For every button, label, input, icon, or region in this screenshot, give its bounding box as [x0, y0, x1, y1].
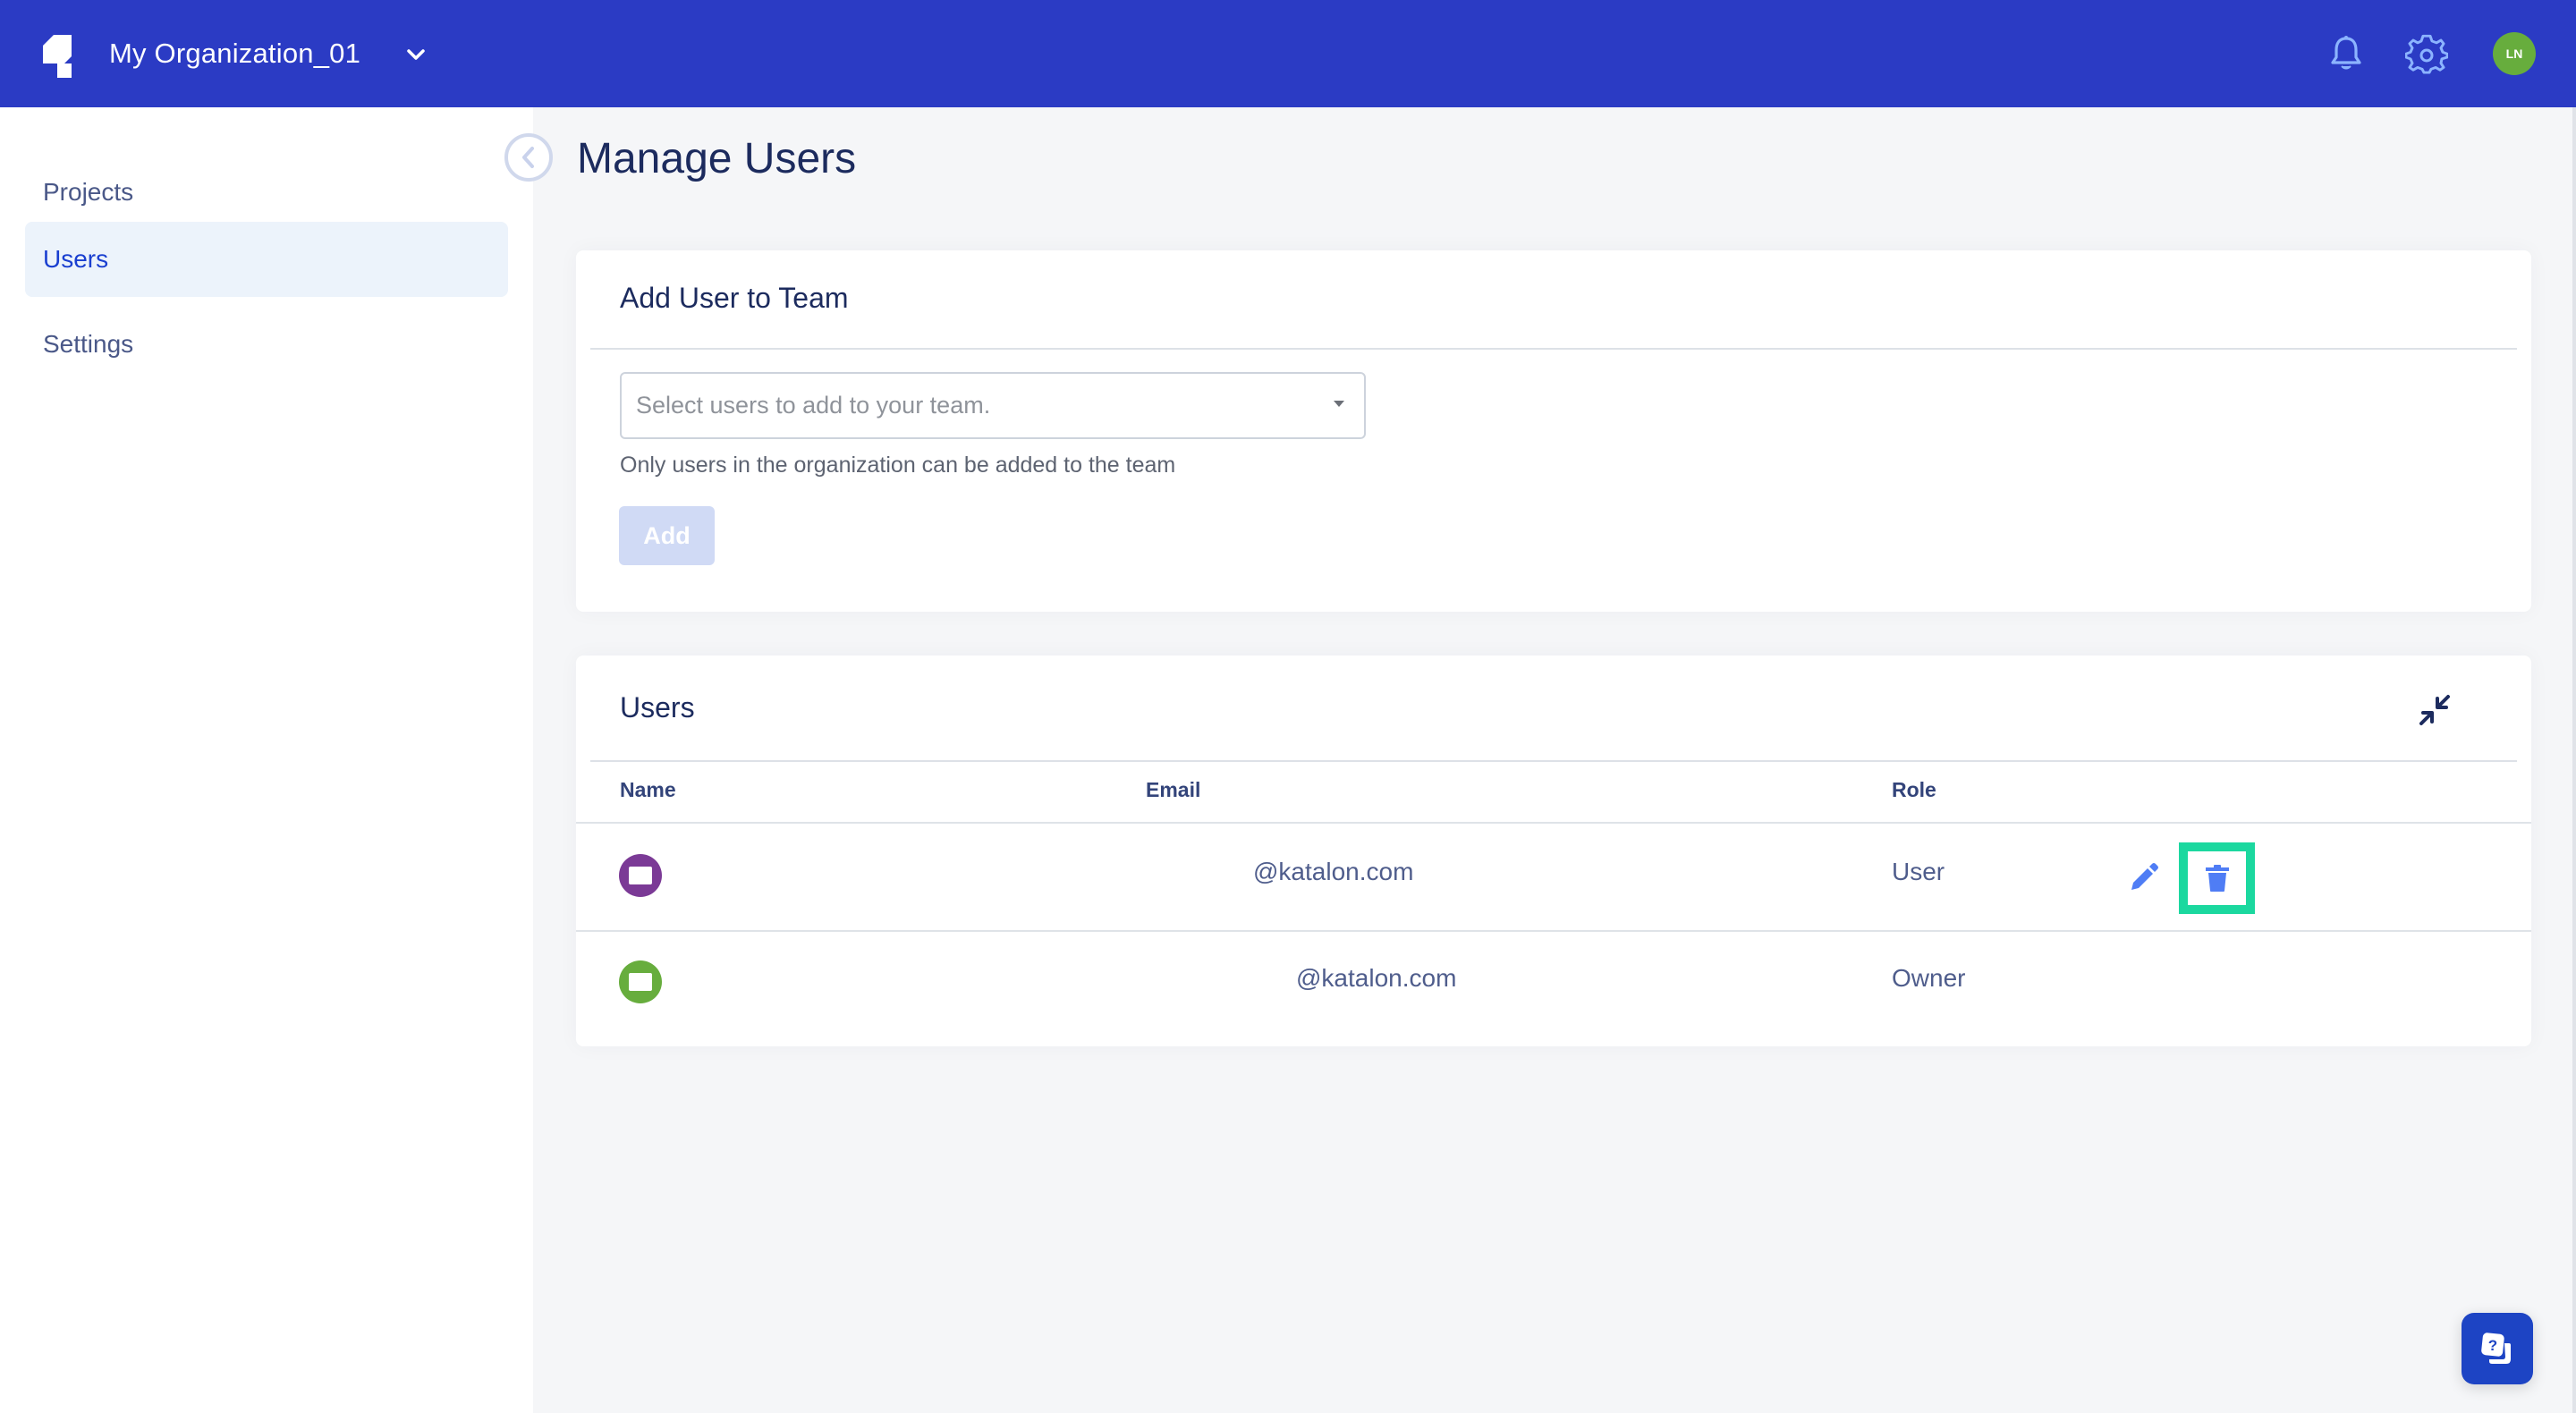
top-bar: My Organization_01 LN [0, 0, 2576, 107]
sidebar: Projects Users Settings [0, 107, 533, 1413]
add-button[interactable]: Add [619, 506, 715, 565]
sidebar-item-label: Settings [43, 330, 134, 358]
column-header-email[interactable]: Email [1146, 776, 1200, 803]
redacted-name [629, 973, 652, 991]
column-header-role[interactable]: Role [1892, 776, 1936, 803]
help-chat-icon: ? [2481, 1333, 2511, 1364]
select-placeholder: Select users to add to your team. [636, 392, 991, 419]
avatar [619, 854, 662, 897]
chevron-left-icon [522, 147, 534, 168]
sidebar-collapse-button[interactable] [504, 133, 553, 182]
user-role: Owner [1892, 964, 1966, 992]
user-select-dropdown[interactable]: Select users to add to your team. [620, 372, 1366, 439]
help-button[interactable]: ? [2462, 1313, 2533, 1384]
chevron-down-icon[interactable] [402, 41, 429, 68]
user-avatar[interactable]: LN [2493, 32, 2536, 75]
delete-button[interactable] [2179, 842, 2255, 914]
katalon-logo-icon[interactable] [43, 35, 72, 78]
trash-icon [2205, 865, 2229, 892]
sidebar-item-users[interactable]: Users [25, 222, 508, 297]
edit-pencil-icon[interactable] [2128, 861, 2160, 893]
row-divider [576, 822, 2531, 824]
sidebar-item-settings[interactable]: Settings [25, 307, 508, 382]
card-divider [590, 760, 2517, 762]
organization-name[interactable]: My Organization_01 [109, 34, 360, 73]
user-email: @katalon.com [1253, 858, 1414, 885]
row-divider [576, 930, 2531, 932]
avatar [619, 960, 662, 1003]
column-header-name[interactable]: Name [620, 776, 676, 803]
users-card-title: Users [620, 691, 695, 723]
sidebar-item-projects[interactable]: Projects [25, 155, 508, 230]
shrink-arrows-icon[interactable] [2419, 694, 2451, 726]
helper-text: Only users in the organization can be ad… [620, 453, 1176, 478]
gear-icon[interactable] [2405, 34, 2448, 77]
add-user-card-title: Add User to Team [620, 282, 849, 314]
user-role: User [1892, 858, 1945, 885]
sidebar-item-label: Users [43, 245, 109, 273]
add-user-card: Add User to Team Select users to add to … [576, 250, 2531, 612]
sidebar-item-label: Projects [43, 178, 134, 206]
card-divider [590, 348, 2517, 350]
redacted-name [629, 867, 652, 884]
page-scrollbar[interactable] [2572, 107, 2576, 1413]
users-card: Users Name Email Role @katalon.com User [576, 656, 2531, 1046]
svg-text:?: ? [2488, 1337, 2497, 1354]
caret-down-icon [1334, 401, 1344, 407]
bell-icon[interactable] [2328, 34, 2364, 73]
user-email: @katalon.com [1296, 964, 1457, 992]
page-title: Manage Users [577, 135, 857, 182]
